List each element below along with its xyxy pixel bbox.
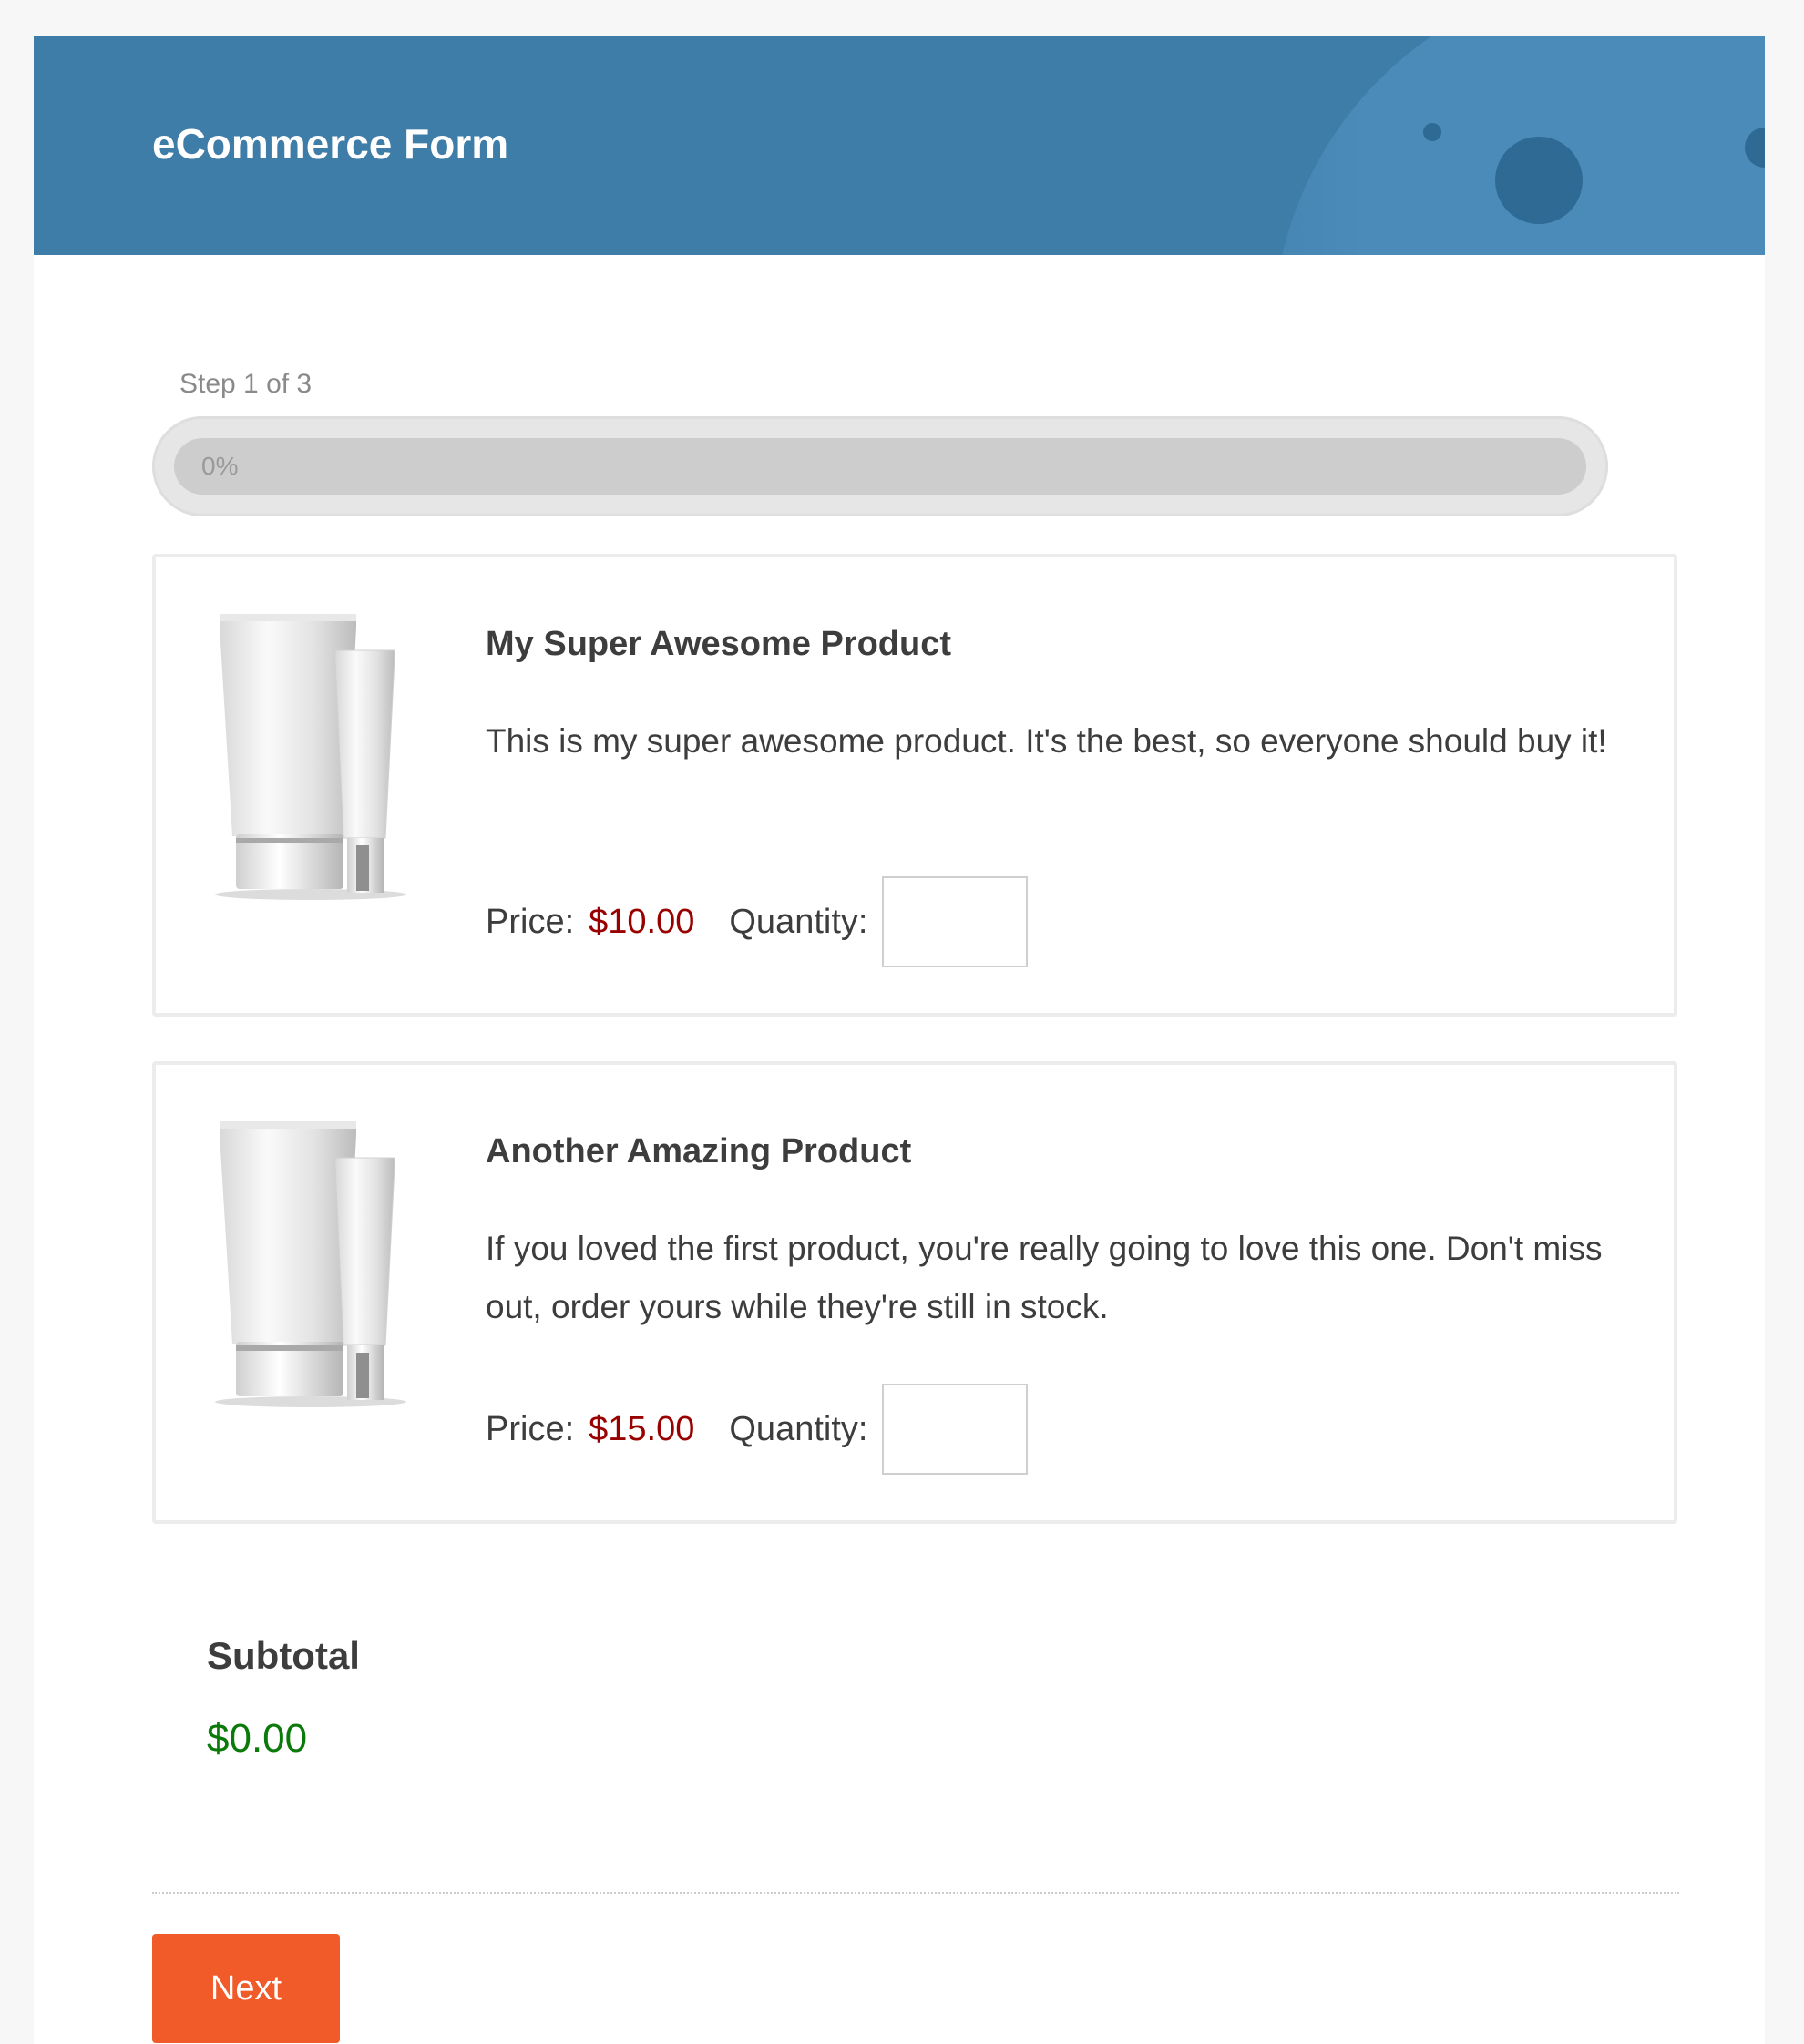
product-name: Another Amazing Product xyxy=(486,1132,912,1170)
cosmetic-tubes-image xyxy=(215,1121,406,1407)
quantity-label: Quantity: xyxy=(729,1409,868,1448)
quantity-input[interactable] xyxy=(882,876,1029,967)
next-button[interactable]: Next xyxy=(152,1934,340,2043)
quantity-input[interactable] xyxy=(882,1384,1029,1475)
price-value: $15.00 xyxy=(589,1409,695,1448)
form-header: eCommerce Form xyxy=(34,36,1765,255)
price-label: Price: xyxy=(486,1409,575,1448)
progress-bar: 0% xyxy=(152,416,1608,516)
product-card: My Super Awesome Product This is my supe… xyxy=(152,554,1677,1017)
quantity-label: Quantity: xyxy=(729,902,868,941)
divider xyxy=(152,1892,1679,1894)
price-row: Price: $15.00 Quantity: xyxy=(486,1384,1029,1475)
product-description: If you loved the first product, you're r… xyxy=(486,1230,1603,1325)
price-label: Price: xyxy=(486,902,575,941)
progress-track: 0% xyxy=(174,438,1586,495)
form-card: eCommerce Form Step 1 of 3 0% My Super A… xyxy=(34,36,1765,2044)
step-indicator: Step 1 of 3 xyxy=(179,369,313,399)
progress-percent: 0% xyxy=(201,452,239,480)
subtotal-label: Subtotal xyxy=(207,1634,360,1677)
price-row: Price: $10.00 Quantity: xyxy=(486,876,1029,967)
price-value: $10.00 xyxy=(589,902,695,941)
subtotal-value: $0.00 xyxy=(207,1716,308,1761)
product-card: Another Amazing Product If you loved the… xyxy=(152,1061,1677,1524)
cosmetic-tubes-image xyxy=(215,614,406,900)
product-description: This is my super awesome product. It's t… xyxy=(486,722,1607,760)
form-title: eCommerce Form xyxy=(152,120,509,168)
product-name: My Super Awesome Product xyxy=(486,625,952,663)
